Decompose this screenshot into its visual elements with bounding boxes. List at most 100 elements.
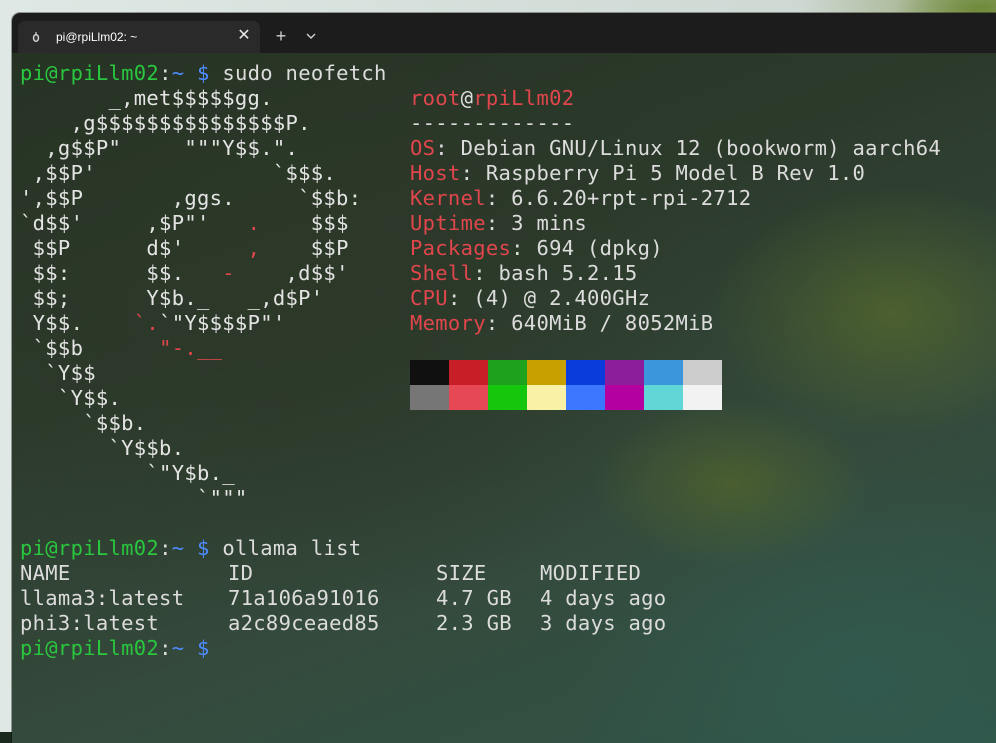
- sysinfo-key: Packages: [410, 236, 512, 260]
- ascii-logo-text: $$$: [260, 211, 349, 235]
- tab-title: pi@rpiLlm02: ~: [56, 30, 138, 44]
- sysinfo-colon: :: [485, 186, 512, 210]
- ascii-logo-line: $$; Y$b._ _,d$P': [20, 286, 323, 311]
- ascii-logo-line: ,g$$$$$$$$$$$$$$$P.: [20, 111, 311, 136]
- color-swatch: [527, 360, 566, 385]
- table-header-cell: SIZE: [436, 561, 487, 585]
- prompt-user-host: pi@rpiLlm02: [20, 61, 160, 85]
- ascii-logo-line: `Y$$: [20, 361, 96, 386]
- sysinfo-host: rpiLlm02: [473, 86, 575, 110]
- sysinfo-value: Raspberry Pi 5 Model B Rev 1.0: [485, 161, 866, 185]
- prompt-line: pi@rpiLlm02:~ $ ollama list: [20, 536, 361, 561]
- ascii-logo-line: ',$$P ,ggs. `$$b:: [20, 186, 361, 211]
- sysinfo-colon: :: [460, 161, 486, 185]
- color-swatch: [449, 360, 488, 385]
- sysinfo-colon: :: [473, 261, 499, 285]
- table-cell: llama3:latest: [20, 586, 185, 610]
- new-tab-button[interactable]: +: [270, 25, 292, 47]
- color-swatch: [566, 385, 605, 410]
- ascii-logo-line: `Y$$.: [20, 386, 121, 411]
- sysinfo-key: CPU: [410, 286, 448, 310]
- color-swatch: [410, 385, 449, 410]
- sysinfo-colon: :: [485, 211, 512, 235]
- table-cell: 2.3 GB: [436, 611, 512, 635]
- ascii-logo-accent: `.: [133, 311, 160, 335]
- raspberry-pi-icon: [32, 32, 40, 42]
- tab-terminal[interactable]: pi@rpiLlm02: ~ ✕: [18, 21, 260, 53]
- sysinfo-underline: -------------: [410, 111, 575, 135]
- ascii-logo-text: `Y$$b.: [20, 436, 185, 460]
- sysinfo-row: Shell: bash 5.2.15: [410, 261, 638, 286]
- title-bar: pi@rpiLlm02: ~ ✕ +: [12, 13, 996, 53]
- sysinfo-value: 694 (dpkg): [536, 236, 663, 260]
- ascii-logo-text: $$; Y$b._ _,d$P': [20, 286, 324, 310]
- prompt-separator: :: [159, 61, 172, 85]
- ascii-logo-text: `"Y$b._: [20, 461, 235, 485]
- sysinfo-colon: :: [435, 136, 461, 160]
- sysinfo-row: CPU: (4) @ 2.400GHz: [410, 286, 650, 311]
- ascii-logo-text: Y$$.: [20, 311, 134, 335]
- ascii-logo-text: ,g$$P" """Y$$.".: [20, 136, 299, 160]
- ascii-logo-line: `Y$$b.: [20, 436, 184, 461]
- ascii-logo-line: `$$b "-.__: [20, 336, 222, 361]
- ascii-logo-text: _,met$$$$$gg.: [20, 86, 273, 110]
- ascii-logo-text: ',$$P ,ggs. `$$b:: [20, 186, 362, 210]
- table-cell: a2c89ceaed85: [228, 611, 380, 635]
- prompt-line: pi@rpiLlm02:~ $ sudo neofetch: [20, 61, 387, 86]
- color-swatch: [488, 360, 527, 385]
- prompt-line: pi@rpiLlm02:~ $: [20, 636, 210, 661]
- ascii-logo-text: `d$$' ,$P"': [20, 211, 248, 235]
- sysinfo-header: root@rpiLlm02: [410, 86, 574, 111]
- terminal-output[interactable]: pi@rpiLlm02:~ $ sudo neofetch _,met$$$$$…: [12, 53, 996, 743]
- ascii-logo-line: `$$b.: [20, 411, 146, 436]
- color-swatch: [566, 360, 605, 385]
- color-swatch: [683, 360, 722, 385]
- ascii-logo-line: `"Y$b._: [20, 461, 235, 486]
- ascii-logo-line: Y$$. `.`"Y$$$$P"': [20, 311, 286, 336]
- ascii-logo-line: $$: $$. - ,d$$': [20, 261, 349, 286]
- color-swatch: [605, 385, 644, 410]
- sysinfo-row: OS: Debian GNU/Linux 12 (bookworm) aarch…: [410, 136, 941, 161]
- color-swatch: [449, 385, 488, 410]
- sysinfo-colon: :: [511, 236, 537, 260]
- close-icon[interactable]: ✕: [234, 26, 254, 46]
- command-text: ollama list: [222, 536, 362, 560]
- sysinfo-value: 6.6.20+rpt-rpi-2712: [511, 186, 752, 210]
- table-header-cell: MODIFIED: [540, 561, 642, 585]
- color-palette-bright: [410, 385, 722, 410]
- chevron-down-icon[interactable]: [300, 25, 322, 47]
- table-cell: 3 days ago: [540, 611, 667, 635]
- ascii-logo-text: `"Y$$$$P"': [159, 311, 286, 335]
- sysinfo-colon: :: [485, 311, 512, 335]
- prompt-user-host: pi@rpiLlm02: [20, 536, 160, 560]
- color-swatch: [644, 360, 683, 385]
- ascii-logo-accent: "-.__: [159, 336, 223, 360]
- sysinfo-colon: :: [447, 286, 474, 310]
- ascii-logo-accent: ,: [247, 236, 261, 260]
- prompt-user-host: pi@rpiLlm02: [20, 636, 160, 660]
- table-cell: 4 days ago: [540, 586, 667, 610]
- ascii-logo-text: `""": [20, 486, 248, 510]
- sysinfo-user: root: [410, 86, 461, 110]
- ascii-logo-text: `$$b.: [20, 411, 147, 435]
- sysinfo-row: Host: Raspberry Pi 5 Model B Rev 1.0: [410, 161, 865, 186]
- sysinfo-key: OS: [410, 136, 436, 160]
- sysinfo-key: Host: [410, 161, 461, 185]
- ascii-logo-text: ,d$$': [234, 261, 349, 285]
- ascii-logo-line: `d$$' ,$P"' . $$$: [20, 211, 349, 236]
- prompt-path: ~: [171, 636, 185, 660]
- sysinfo-value: 3 mins: [511, 211, 588, 235]
- ascii-logo-text: `Y$$.: [20, 386, 122, 410]
- color-swatch: [644, 385, 683, 410]
- color-swatch: [488, 385, 527, 410]
- sysinfo-row: Memory: 640MiB / 8052MiB: [410, 311, 713, 336]
- color-palette-normal: [410, 360, 722, 385]
- terminal-window: pi@rpiLlm02: ~ ✕ + pi@rpiLlm02:~ $ sudo …: [12, 13, 996, 743]
- ascii-logo-accent: -: [222, 261, 235, 285]
- ascii-logo-text: ,g$$$$$$$$$$$$$$$P.: [20, 111, 311, 135]
- sysinfo-row: Uptime: 3 mins: [410, 211, 587, 236]
- color-swatch: [410, 360, 449, 385]
- table-cell: phi3:latest: [20, 611, 160, 635]
- ascii-logo-text: `Y$$: [20, 361, 96, 385]
- sysinfo-value: (4) @ 2.400GHz: [473, 286, 651, 310]
